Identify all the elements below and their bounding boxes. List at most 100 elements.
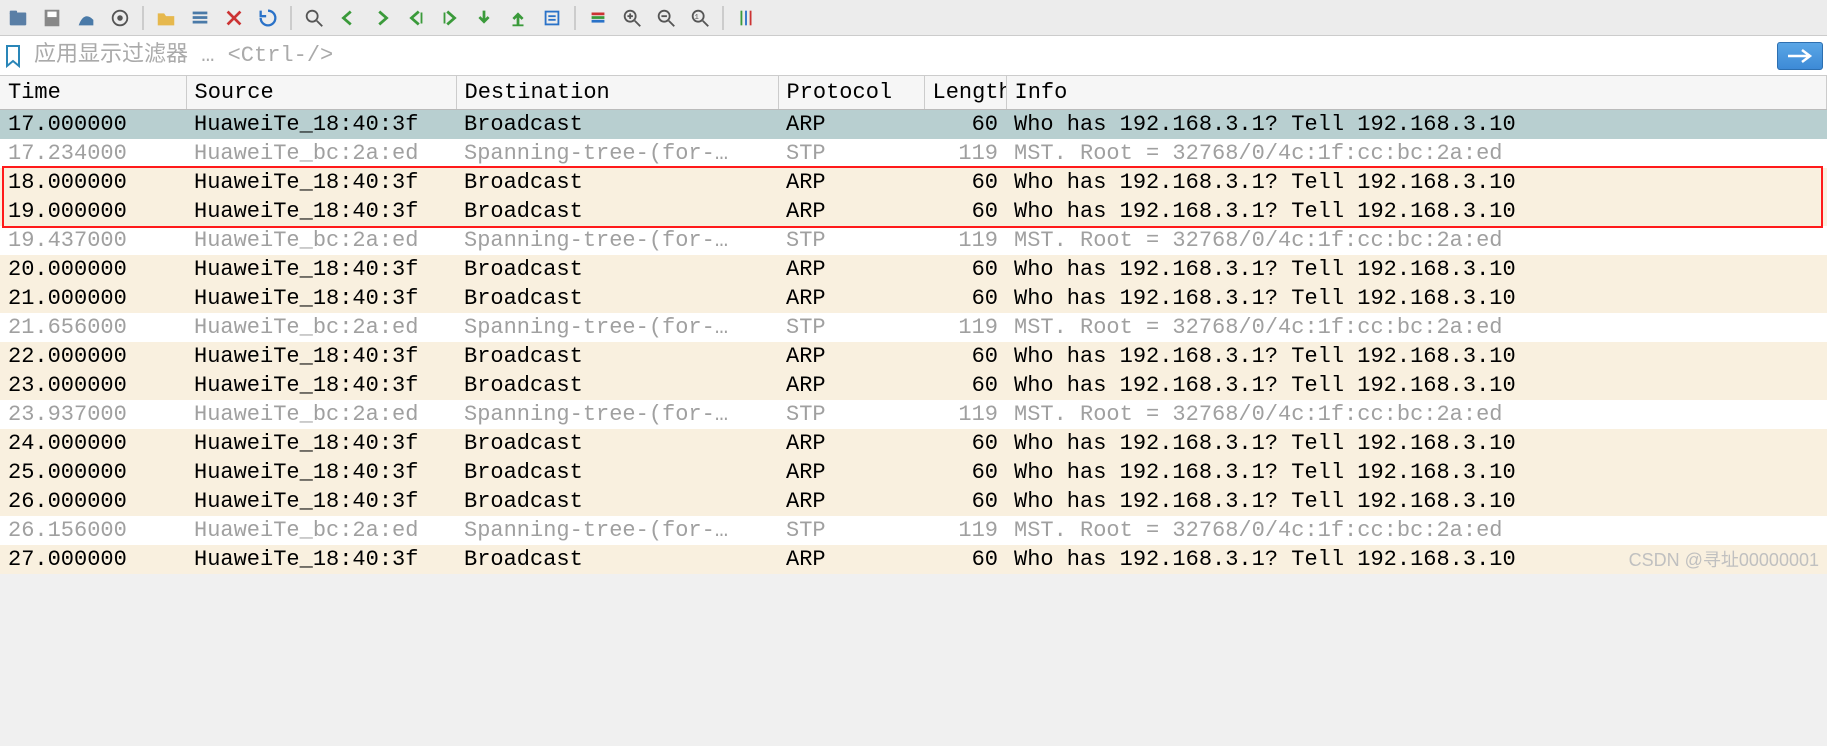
cell-info: Who has 192.168.3.1? Tell 192.168.3.10 — [1006, 487, 1827, 516]
packet-row[interactable]: 19.437000HuaweiTe_bc:2a:edSpanning-tree-… — [0, 226, 1827, 255]
go-last-button[interactable] — [504, 4, 532, 32]
col-destination-header[interactable]: Destination — [456, 76, 778, 110]
col-source-header[interactable]: Source — [186, 76, 456, 110]
cell-proto: ARP — [778, 458, 924, 487]
cell-len: 119 — [924, 313, 1006, 342]
apply-filter-button[interactable] — [1777, 42, 1823, 70]
packet-row[interactable]: 17.000000HuaweiTe_18:40:3fBroadcastARP60… — [0, 110, 1827, 140]
shark-fin-icon[interactable] — [72, 4, 100, 32]
packet-row[interactable]: 21.000000HuaweiTe_18:40:3fBroadcastARP60… — [0, 284, 1827, 313]
open-folder-button[interactable] — [152, 4, 180, 32]
cell-info: Who has 192.168.3.1? Tell 192.168.3.10 — [1006, 458, 1827, 487]
cell-dst: Spanning-tree-(for-… — [456, 516, 778, 545]
packet-row[interactable]: 26.000000HuaweiTe_18:40:3fBroadcastARP60… — [0, 487, 1827, 516]
find-button[interactable] — [300, 4, 328, 32]
jump-forward-button[interactable] — [436, 4, 464, 32]
cell-info: Who has 192.168.3.1? Tell 192.168.3.10 — [1006, 197, 1827, 226]
cell-len: 60 — [924, 545, 1006, 574]
cell-src: HuaweiTe_18:40:3f — [186, 110, 456, 140]
zoom-in-button[interactable] — [618, 4, 646, 32]
cell-src: HuaweiTe_bc:2a:ed — [186, 516, 456, 545]
packet-row[interactable]: 25.000000HuaweiTe_18:40:3fBroadcastARP60… — [0, 458, 1827, 487]
svg-text:1: 1 — [695, 13, 700, 21]
cell-src: HuaweiTe_18:40:3f — [186, 487, 456, 516]
cell-dst: Spanning-tree-(for-… — [456, 226, 778, 255]
open-file-button[interactable] — [4, 4, 32, 32]
colorize-button[interactable] — [584, 4, 612, 32]
toolbar-separator — [142, 6, 144, 30]
packet-list-pane: Time Source Destination Protocol Length … — [0, 76, 1827, 574]
cell-info: Who has 192.168.3.1? Tell 192.168.3.10 — [1006, 371, 1827, 400]
cell-time: 25.000000 — [0, 458, 186, 487]
cell-dst: Spanning-tree-(for-… — [456, 400, 778, 429]
cell-len: 60 — [924, 255, 1006, 284]
packet-row[interactable]: 27.000000HuaweiTe_18:40:3fBroadcastARP60… — [0, 545, 1827, 574]
save-button[interactable] — [38, 4, 66, 32]
main-toolbar: 1 — [0, 0, 1827, 36]
cell-time: 22.000000 — [0, 342, 186, 371]
options-button[interactable] — [106, 4, 134, 32]
cell-info: Who has 192.168.3.1? Tell 192.168.3.10 — [1006, 284, 1827, 313]
packet-row[interactable]: 23.937000HuaweiTe_bc:2a:edSpanning-tree-… — [0, 400, 1827, 429]
packet-table-header[interactable]: Time Source Destination Protocol Length … — [0, 76, 1827, 110]
packet-row[interactable]: 19.000000HuaweiTe_18:40:3fBroadcastARP60… — [0, 197, 1827, 226]
cell-time: 23.000000 — [0, 371, 186, 400]
packet-row[interactable]: 20.000000HuaweiTe_18:40:3fBroadcastARP60… — [0, 255, 1827, 284]
close-button[interactable] — [220, 4, 248, 32]
cell-info: Who has 192.168.3.1? Tell 192.168.3.10 — [1006, 168, 1827, 197]
cell-proto: ARP — [778, 545, 924, 574]
cell-time: 18.000000 — [0, 168, 186, 197]
list-button[interactable] — [186, 4, 214, 32]
packet-row[interactable]: 26.156000HuaweiTe_bc:2a:edSpanning-tree-… — [0, 516, 1827, 545]
cell-info: MST. Root = 32768/0/4c:1f:cc:bc:2a:ed — [1006, 400, 1827, 429]
go-first-button[interactable] — [470, 4, 498, 32]
go-forward-button[interactable] — [368, 4, 396, 32]
cell-len: 60 — [924, 168, 1006, 197]
filter-bookmark-icon[interactable] — [4, 44, 22, 68]
cell-time: 23.937000 — [0, 400, 186, 429]
cell-proto: ARP — [778, 284, 924, 313]
col-length-header[interactable]: Length — [924, 76, 1006, 110]
cell-info: Who has 192.168.3.1? Tell 192.168.3.10 — [1006, 255, 1827, 284]
cell-dst: Broadcast — [456, 168, 778, 197]
cell-len: 60 — [924, 110, 1006, 140]
col-time-header[interactable]: Time — [0, 76, 186, 110]
col-protocol-header[interactable]: Protocol — [778, 76, 924, 110]
zoom-reset-button[interactable]: 1 — [686, 4, 714, 32]
cell-src: HuaweiTe_18:40:3f — [186, 429, 456, 458]
packet-row[interactable]: 18.000000HuaweiTe_18:40:3fBroadcastARP60… — [0, 168, 1827, 197]
display-filter-input[interactable] — [28, 41, 1771, 71]
display-filter-bar — [0, 36, 1827, 76]
cell-time: 19.000000 — [0, 197, 186, 226]
cell-info: Who has 192.168.3.1? Tell 192.168.3.10 — [1006, 429, 1827, 458]
packet-row[interactable]: 17.234000HuaweiTe_bc:2a:edSpanning-tree-… — [0, 139, 1827, 168]
cell-src: HuaweiTe_18:40:3f — [186, 284, 456, 313]
cell-dst: Broadcast — [456, 487, 778, 516]
toolbar-separator — [574, 6, 576, 30]
cell-len: 60 — [924, 429, 1006, 458]
cell-dst: Spanning-tree-(for-… — [456, 139, 778, 168]
jump-back-button[interactable] — [402, 4, 430, 32]
cell-dst: Broadcast — [456, 197, 778, 226]
packet-row[interactable]: 24.000000HuaweiTe_18:40:3fBroadcastARP60… — [0, 429, 1827, 458]
cell-time: 26.156000 — [0, 516, 186, 545]
cell-src: HuaweiTe_18:40:3f — [186, 545, 456, 574]
cell-proto: ARP — [778, 371, 924, 400]
packet-row[interactable]: 22.000000HuaweiTe_18:40:3fBroadcastARP60… — [0, 342, 1827, 371]
cell-proto: STP — [778, 516, 924, 545]
zoom-out-button[interactable] — [652, 4, 680, 32]
cell-dst: Broadcast — [456, 371, 778, 400]
cell-info: MST. Root = 32768/0/4c:1f:cc:bc:2a:ed — [1006, 313, 1827, 342]
col-info-header[interactable]: Info — [1006, 76, 1827, 110]
resize-cols-button[interactable] — [732, 4, 760, 32]
packet-table[interactable]: Time Source Destination Protocol Length … — [0, 76, 1827, 574]
autoscroll-button[interactable] — [538, 4, 566, 32]
packet-row[interactable]: 23.000000HuaweiTe_18:40:3fBroadcastARP60… — [0, 371, 1827, 400]
cell-time: 27.000000 — [0, 545, 186, 574]
reload-button[interactable] — [254, 4, 282, 32]
go-back-button[interactable] — [334, 4, 362, 32]
cell-len: 60 — [924, 487, 1006, 516]
packet-row[interactable]: 21.656000HuaweiTe_bc:2a:edSpanning-tree-… — [0, 313, 1827, 342]
cell-len: 60 — [924, 342, 1006, 371]
cell-proto: ARP — [778, 197, 924, 226]
